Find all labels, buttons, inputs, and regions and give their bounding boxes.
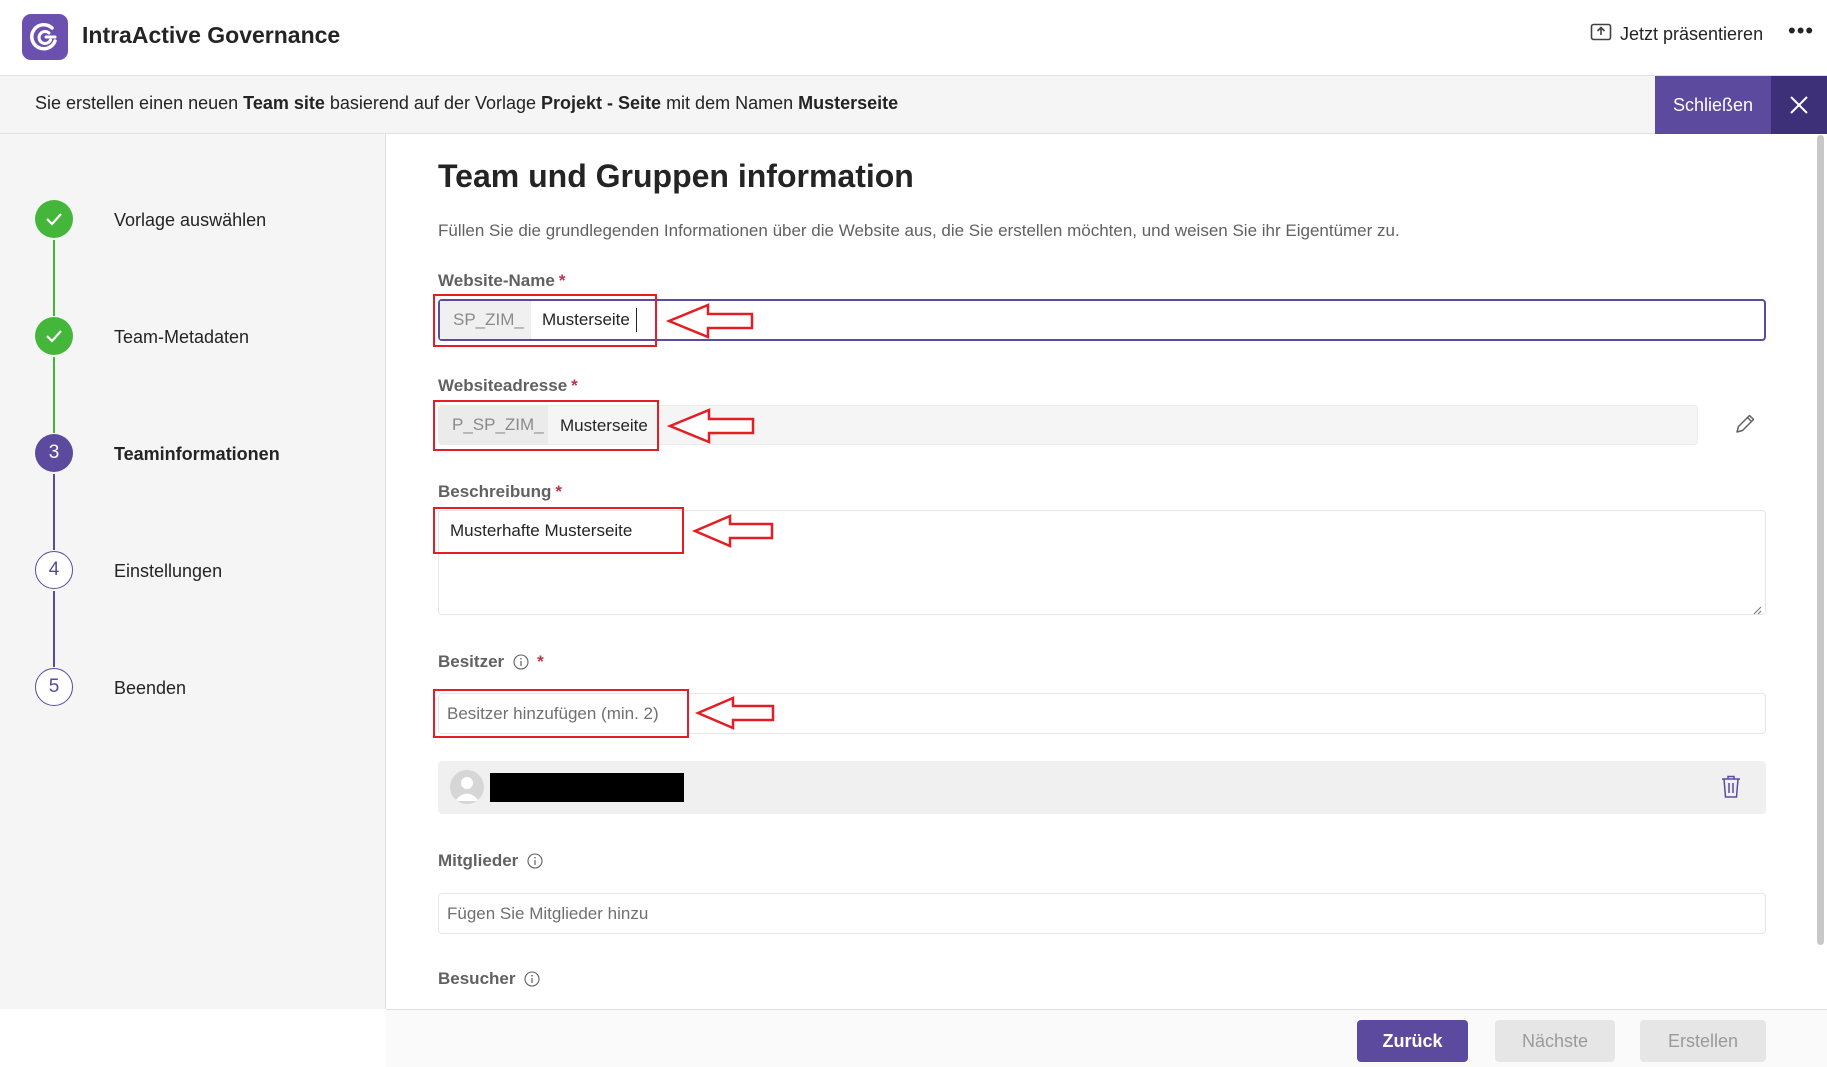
step-3-number: 3	[35, 434, 73, 472]
step-connector	[53, 357, 55, 433]
step-4-label: Einstellungen	[114, 561, 223, 581]
page-title: Team und Gruppen information	[438, 158, 914, 194]
more-options-button[interactable]: •••	[1788, 18, 1814, 44]
close-icon	[1790, 96, 1808, 114]
step-connector	[53, 240, 55, 316]
site-address-prefix: P_SP_ZIM_	[439, 406, 548, 444]
app-logo-icon	[22, 14, 68, 60]
info-icon[interactable]	[513, 654, 529, 670]
description-textarea[interactable]	[438, 510, 1766, 615]
next-button[interactable]: Nächste	[1495, 1020, 1615, 1062]
text-cursor	[636, 308, 637, 332]
step-connector	[53, 591, 55, 667]
step-1-label: Vorlage auswählen	[114, 210, 267, 230]
app-title: IntraActive Governance	[82, 22, 341, 48]
site-address-label: Websiteadresse *	[438, 376, 578, 395]
info-icon[interactable]	[527, 853, 543, 869]
site-name-value: Musterseite	[542, 310, 630, 329]
delete-trash-icon[interactable]	[1719, 774, 1743, 800]
members-label: Mitglieder	[438, 851, 543, 871]
close-icon-button[interactable]	[1771, 76, 1827, 134]
create-button[interactable]: Erstellen	[1640, 1020, 1766, 1062]
site-name-label: Website-Name *	[438, 271, 566, 290]
site-address-value: Musterseite	[560, 416, 648, 435]
close-button[interactable]: Schließen	[1655, 76, 1771, 134]
description-label: Beschreibung *	[438, 482, 562, 501]
back-button[interactable]: Zurück	[1357, 1020, 1468, 1062]
share-screen-icon	[1590, 22, 1612, 47]
description-value: Musterhafte Musterseite	[450, 521, 633, 540]
step-1-check-icon	[35, 200, 73, 238]
resize-handle-icon[interactable]	[1752, 602, 1762, 615]
present-label: Jetzt präsentieren	[1620, 24, 1764, 44]
step-5-number: 5	[35, 668, 73, 706]
site-name-field[interactable]	[438, 299, 1766, 341]
page-description: Füllen Sie die grundlegenden Information…	[438, 221, 1400, 240]
step-2-check-icon	[35, 317, 73, 355]
members-placeholder: Fügen Sie Mitglieder hinzu	[447, 904, 649, 923]
step-3-label: Teaminformationen	[114, 444, 280, 464]
step-2-label: Team-Metadaten	[114, 327, 250, 347]
info-icon[interactable]	[524, 971, 541, 987]
redacted-owner-name	[490, 773, 684, 802]
step-4-number: 4	[35, 551, 73, 589]
info-bar-text: Sie erstellen einen neuen Team site basi…	[35, 93, 899, 113]
present-button[interactable]: Jetzt präsentieren	[1590, 22, 1763, 47]
step-connector	[53, 474, 55, 550]
owners-placeholder: Besitzer hinzufügen (min. 2)	[447, 704, 659, 723]
avatar	[450, 770, 484, 804]
scrollbar[interactable]	[1817, 135, 1824, 945]
step-5-label: Beenden	[114, 678, 187, 698]
site-name-prefix: SP_ZIM_	[440, 301, 531, 339]
edit-pencil-icon[interactable]	[1731, 410, 1759, 438]
owners-label: Besitzer *	[438, 652, 544, 671]
visitors-label: Besucher	[438, 969, 541, 989]
